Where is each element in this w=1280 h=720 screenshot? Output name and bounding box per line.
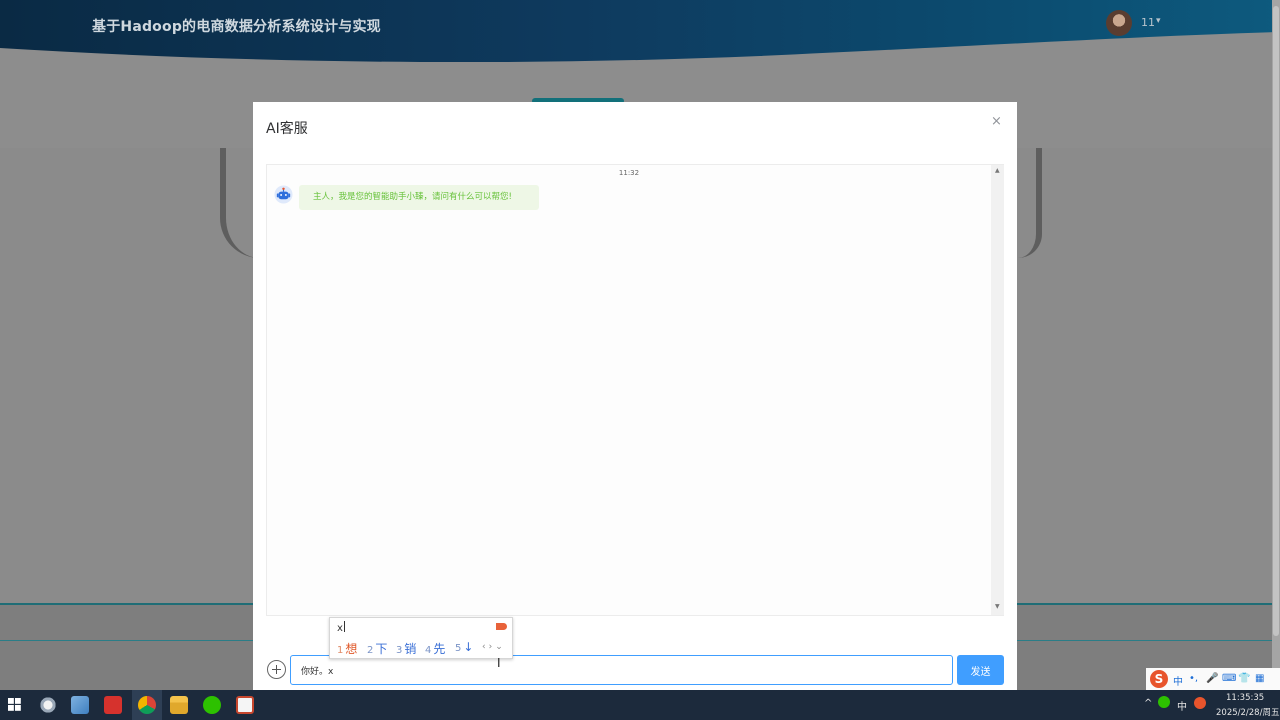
app-title: 基于Hadoop的电商数据分析系统设计与实现	[92, 19, 381, 35]
chevron-down-icon[interactable]: ▾	[1156, 16, 1161, 26]
page-scrollbar-thumb[interactable]	[1273, 6, 1279, 636]
toolbox-icon[interactable]: ▦	[1255, 673, 1264, 684]
document-app-icon[interactable]	[236, 696, 254, 714]
background-decoration-right	[1018, 148, 1042, 258]
text-cursor-icon: I	[497, 656, 501, 670]
tray-sogou-icon[interactable]	[1194, 697, 1206, 709]
ai-service-dialog: AI客服 × 11:32 主人，我是您的智能助手小臻，请问有什么可以帮您! ▲ …	[253, 102, 1017, 690]
ime-candidate[interactable]: 4先	[425, 640, 445, 657]
close-icon[interactable]: ×	[991, 114, 1002, 129]
message-input[interactable]	[290, 655, 953, 685]
page-scrollbar[interactable]	[1272, 0, 1280, 690]
ime-composition-text: x	[337, 623, 343, 634]
ime-candidate[interactable]: 3销	[396, 640, 416, 657]
scroll-down-arrow-icon[interactable]: ▼	[995, 603, 1000, 610]
user-name[interactable]: 11	[1141, 16, 1155, 29]
add-attachment-button[interactable]	[267, 660, 286, 679]
ime-mode-toggle[interactable]: 中	[1173, 673, 1183, 688]
sogou-logo-icon[interactable]: S	[1150, 670, 1168, 688]
chat-timestamp: 11:32	[618, 169, 640, 177]
tray-wechat-icon[interactable]	[1158, 696, 1170, 708]
wps-office-icon[interactable]	[104, 696, 122, 714]
app-header: 基于Hadoop的电商数据分析系统设计与实现 11 ▾	[0, 0, 1280, 62]
bot-message-bubble: 主人，我是您的智能助手小臻，请问有什么可以帮您!	[299, 185, 539, 210]
chrome-browser-icon[interactable]	[138, 696, 156, 714]
settings-app-icon[interactable]	[39, 696, 57, 714]
robot-avatar-icon	[274, 185, 293, 204]
send-button[interactable]: 发送	[957, 655, 1004, 685]
microphone-icon[interactable]: 🎤	[1206, 673, 1218, 684]
ime-candidate-popup: x 1想 2下 3销 4先 5 ↓ ‹›⌄	[329, 617, 513, 659]
ime-candidate[interactable]: 2下	[367, 640, 387, 657]
notepad-app-icon[interactable]	[71, 696, 89, 714]
windows-taskbar: ^ 中 11:35:35 2025/2/28/周五	[0, 690, 1280, 720]
scroll-up-arrow-icon[interactable]: ▲	[995, 167, 1000, 174]
clock-date[interactable]: 2025/2/28/周五	[1216, 706, 1279, 718]
ime-candidate[interactable]: 1想	[337, 640, 357, 657]
tray-input-mode[interactable]: 中	[1177, 698, 1187, 713]
keyboard-icon[interactable]: ⌨	[1222, 673, 1236, 684]
ime-punctuation-toggle[interactable]: •,	[1189, 673, 1198, 684]
chat-message-area[interactable]: 11:32 主人，我是您的智能助手小臻，请问有什么可以帮您! ▲ ▼	[266, 164, 1004, 616]
clock-time[interactable]: 11:35:35	[1226, 693, 1264, 703]
tray-overflow-chevron-icon[interactable]: ^	[1144, 698, 1152, 709]
wechat-app-icon[interactable]	[203, 696, 221, 714]
dialog-title: AI客服	[266, 121, 308, 137]
ime-candidate[interactable]: 5 ↓	[455, 640, 473, 654]
windows-start-icon[interactable]	[8, 698, 21, 711]
file-explorer-icon[interactable]	[170, 696, 188, 714]
skin-icon[interactable]: 👕	[1238, 673, 1250, 684]
ime-page-nav[interactable]: ‹›⌄	[482, 642, 506, 652]
sogou-skin-icon[interactable]	[496, 623, 507, 630]
user-avatar[interactable]	[1106, 10, 1132, 36]
ime-toolbar: S 中 •, 🎤 ⌨ 👕 ▦	[1146, 668, 1280, 690]
chat-scrollbar[interactable]: ▲ ▼	[991, 165, 1004, 615]
